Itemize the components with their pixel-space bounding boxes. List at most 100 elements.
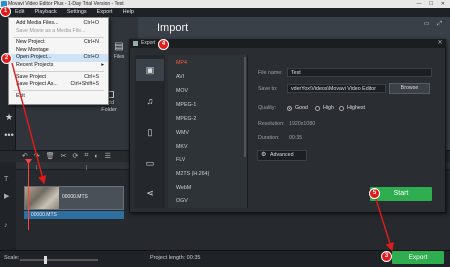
menu-item-label: Save Project As... bbox=[16, 81, 58, 88]
duration-label: Duration: bbox=[258, 135, 280, 141]
resolution-label: Resolution: bbox=[258, 121, 285, 127]
resolution-value: 1920x1080 bbox=[289, 121, 316, 127]
quality-good-radio[interactable] bbox=[287, 106, 292, 111]
audio-clip-label: 00000.MTS bbox=[31, 212, 57, 218]
format-list-scrollbar[interactable] bbox=[244, 57, 246, 157]
menu-item-exit[interactable]: Exit bbox=[9, 93, 108, 101]
annotation-badge-3: 3 bbox=[381, 251, 392, 262]
menu-item-label: Open Project... bbox=[16, 54, 52, 61]
add-folder-label-2: Folder bbox=[101, 107, 117, 113]
add-files-label: Files bbox=[113, 54, 125, 60]
menu-item-recent-projects[interactable]: Recent Projects ▸ bbox=[9, 62, 108, 70]
file-name-label: File name: bbox=[258, 70, 283, 76]
clip-properties-icon[interactable]: ☰ bbox=[105, 152, 111, 160]
menu-settings[interactable]: Settings bbox=[62, 8, 92, 17]
dialog-close-icon[interactable]: ✕ bbox=[436, 40, 444, 47]
delete-icon[interactable]: 🗑 bbox=[46, 152, 55, 160]
menu-bar: Edit Playback Settings Export Help bbox=[0, 8, 450, 17]
annotation-badge-5: 5 bbox=[369, 188, 380, 199]
file-name-field[interactable] bbox=[287, 68, 432, 77]
format-avi[interactable]: AVI bbox=[176, 74, 184, 80]
menu-item-label: New Project bbox=[16, 39, 45, 46]
quality-highest-radio[interactable] bbox=[339, 106, 344, 111]
format-mkv[interactable]: MKV bbox=[176, 144, 187, 150]
crop-tool-icon[interactable]: ⌗ bbox=[84, 152, 88, 160]
title-bar: Movavi Video Editor Plus - 1-Day Trial V… bbox=[0, 0, 450, 8]
menu-playback[interactable]: Playback bbox=[29, 8, 61, 17]
ruler-tick bbox=[36, 165, 37, 170]
format-ogv[interactable]: OGV bbox=[176, 198, 188, 204]
menu-item-label: New Montage bbox=[16, 46, 49, 53]
menu-help[interactable]: Help bbox=[118, 8, 139, 17]
format-mpeg1[interactable]: MPEG-1 bbox=[176, 102, 196, 108]
save-to-field[interactable] bbox=[287, 84, 386, 93]
fullscreen-icon[interactable]: ⤢ bbox=[437, 21, 442, 27]
timeline-side-controls: T ▶ ♪ bbox=[0, 162, 16, 250]
export-dialog-title: Export bbox=[141, 40, 156, 46]
devices-icon[interactable]: ▯ bbox=[136, 121, 164, 143]
playhead[interactable] bbox=[28, 160, 29, 230]
annotation-badge-2: 2 bbox=[1, 53, 12, 64]
format-mpeg2[interactable]: MPEG-2 bbox=[176, 116, 196, 122]
scale-slider-knob[interactable] bbox=[44, 256, 47, 264]
menu-item-shortcut: Ctrl+O bbox=[83, 54, 99, 61]
menu-item-label: Exit bbox=[16, 92, 25, 99]
menu-separator bbox=[13, 36, 104, 38]
menu-item-new-montage[interactable]: New Montage bbox=[9, 47, 108, 55]
menu-item-open-project[interactable]: Open Project... Ctrl+O bbox=[9, 54, 108, 62]
audio-track-icon[interactable]: ♪ bbox=[4, 222, 8, 229]
scale-slider[interactable] bbox=[20, 259, 98, 261]
video-clip-label: 00000.MTS bbox=[62, 194, 88, 200]
star-icon[interactable]: ★ bbox=[4, 112, 14, 122]
export-button[interactable]: Export bbox=[392, 251, 444, 264]
menu-separator bbox=[13, 90, 104, 92]
format-wmv[interactable]: WMV bbox=[176, 130, 189, 136]
export-dialog-titlebar: Export bbox=[129, 39, 446, 48]
quality-high-radio[interactable] bbox=[315, 106, 320, 111]
window-controls[interactable]: — ☐ ✕ bbox=[417, 0, 448, 8]
undo-icon[interactable]: ↶ bbox=[22, 152, 28, 160]
quality-label: Quality: bbox=[258, 105, 276, 111]
more-icon[interactable]: ••• bbox=[4, 130, 14, 140]
annotation-badge-4: 4 bbox=[158, 39, 169, 50]
redo-icon[interactable]: ↷ bbox=[34, 152, 40, 160]
window-title: Movavi Video Editor Plus - 1-Day Trial V… bbox=[8, 1, 124, 7]
add-files-icon: ▤ bbox=[114, 41, 124, 52]
video-clip-thumbnail bbox=[25, 187, 59, 209]
format-webm[interactable]: WebM bbox=[176, 185, 191, 191]
tv-icon[interactable]: ▭ bbox=[136, 152, 164, 174]
dialog-icon bbox=[133, 41, 138, 46]
format-mp4[interactable]: MP4 bbox=[176, 60, 187, 66]
menu-export[interactable]: Export bbox=[92, 8, 118, 17]
menu-item-new-project[interactable]: New Project Ctrl+N bbox=[9, 39, 108, 47]
color-adjust-icon[interactable]: ◐ bbox=[94, 153, 98, 160]
quality-highest-label: Highest bbox=[347, 105, 365, 111]
format-m2ts[interactable]: M2TS (H.264) bbox=[176, 171, 209, 177]
video-icon[interactable]: ▣ bbox=[136, 59, 164, 81]
menu-item-shortcut: Ctrl+O bbox=[83, 20, 99, 26]
quality-good-label: Good bbox=[295, 105, 308, 111]
project-length: Project length: 00:35 bbox=[150, 255, 201, 261]
text-track-icon[interactable]: T bbox=[4, 176, 8, 183]
menu-item-save-project-as[interactable]: Save Project As... Ctrl+Shift+S bbox=[9, 81, 108, 89]
browse-button[interactable]: Browse bbox=[389, 83, 430, 94]
menu-item-shortcut: Ctrl+S bbox=[84, 73, 99, 80]
menu-edit[interactable]: Edit bbox=[10, 8, 29, 17]
video-track-icon[interactable]: ▶ bbox=[4, 192, 9, 200]
music-icon[interactable]: ♫ bbox=[136, 90, 164, 112]
add-files-button[interactable]: ▤ Files bbox=[108, 40, 130, 80]
menu-item-save-movie: Save Movie as a Media File... bbox=[9, 28, 108, 36]
cut-icon[interactable]: ✂ bbox=[61, 152, 67, 160]
format-mov[interactable]: MOV bbox=[176, 88, 188, 94]
format-flv[interactable]: FLV bbox=[176, 157, 185, 163]
share-icon[interactable]: ⋖ bbox=[136, 182, 164, 204]
crop-icon[interactable]: ▭ bbox=[424, 21, 430, 27]
rotate-icon[interactable]: ⟳ bbox=[73, 152, 79, 160]
menu-item-add-media-files[interactable]: Add Media Files... Ctrl+O bbox=[9, 20, 108, 28]
scale-label: Scale: bbox=[4, 255, 20, 261]
menu-item-label: Add Media Files... bbox=[16, 20, 59, 26]
menu-item-save-project[interactable]: Save Project Ctrl+S bbox=[9, 74, 108, 82]
annotation-badge-1: 1 bbox=[0, 6, 11, 17]
duration-value: 00:35 bbox=[289, 135, 303, 141]
timeline-toolbar: ↶ ↷ 🗑 ✂ ⟳ ⌗ ◐ ☰ bbox=[16, 150, 126, 162]
